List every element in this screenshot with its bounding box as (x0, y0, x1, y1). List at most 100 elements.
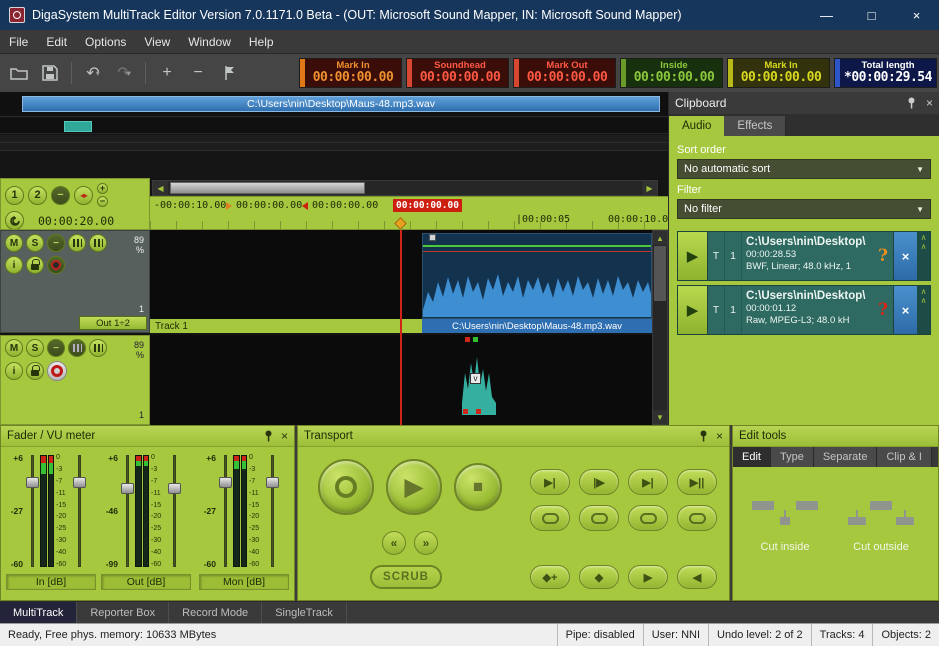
fader-slider[interactable] (265, 453, 280, 569)
track1-audio-clip[interactable] (422, 233, 652, 319)
scroll-down-icon[interactable]: ▼ (653, 410, 667, 424)
track1-meter-button[interactable] (68, 234, 86, 252)
track1-info-button[interactable]: i (5, 256, 23, 274)
play-button[interactable]: ▶ (386, 459, 442, 515)
track2-meter2-button[interactable] (89, 339, 107, 357)
tab-type[interactable]: Type (771, 447, 814, 467)
volume-point-marker[interactable]: v (470, 373, 481, 384)
redo-button[interactable]: ↷▾ (111, 60, 137, 86)
time-ruler[interactable]: -00:00:10.00 00:00:00.00 00:00:00.00 00:… (150, 196, 668, 230)
next-marker-button[interactable]: ▶ (628, 565, 668, 589)
mark-in-flag-icon[interactable] (226, 202, 232, 210)
add-marker-button[interactable]: ◆+ (530, 565, 570, 589)
track2-record-arm-button[interactable] (47, 361, 67, 381)
jump-forward-button[interactable]: » (414, 531, 438, 555)
marker-button[interactable] (216, 60, 242, 86)
close-panel-icon[interactable]: × (281, 429, 288, 443)
tab-multitrack[interactable]: MultiTrack (0, 602, 77, 623)
fader-slider[interactable] (72, 453, 87, 569)
fader-slider[interactable] (120, 453, 135, 569)
play-selection-button[interactable]: ▶|| (677, 469, 717, 495)
scroll-up-icon[interactable]: ▲ (653, 231, 667, 245)
fader-slider[interactable] (25, 453, 40, 569)
clip-marker-red[interactable] (463, 409, 468, 414)
clipboard-entry[interactable]: ▶ T 1 C:\Users\nin\Desktop\ 00:00:28.53 … (677, 231, 931, 281)
pin-icon[interactable] (906, 97, 917, 109)
playhead-cursor[interactable] (400, 230, 402, 425)
zoom-preset-2-button[interactable]: 2 (28, 186, 47, 205)
entry-remove-button[interactable]: × (893, 232, 917, 280)
cut-outside-button[interactable]: Cut outside (837, 475, 925, 573)
vscroll-thumb[interactable] (654, 246, 666, 301)
track2-solo-button[interactable]: S (26, 339, 44, 357)
entry-collapse-control[interactable]: ∧∧ (917, 286, 930, 334)
clip-marker-green[interactable] (473, 337, 478, 342)
hscroll-track[interactable] (168, 181, 642, 195)
fader-knob[interactable] (121, 483, 134, 494)
vertical-scrollbar[interactable]: ▲ ▼ (652, 230, 668, 425)
filter-dropdown[interactable]: No filter ▼ (677, 199, 931, 219)
track2-meter-button[interactable] (68, 339, 86, 357)
track1-output-button[interactable]: Out 1÷2 (79, 316, 147, 330)
tab-effects[interactable]: Effects (724, 116, 786, 136)
collapse-button[interactable]: − (51, 186, 70, 205)
scrub-button[interactable]: SCRUB (370, 565, 442, 589)
close-panel-icon[interactable]: × (716, 429, 723, 443)
stop-button[interactable]: ■ (454, 463, 502, 511)
menu-edit[interactable]: Edit (37, 35, 76, 49)
track2-info-button[interactable]: i (5, 362, 23, 380)
entry-remove-button[interactable]: × (893, 286, 917, 334)
fader-knob[interactable] (219, 477, 232, 488)
undo-button[interactable]: ↶▾ (80, 60, 106, 86)
zoom-preset-1-button[interactable]: 1 (5, 186, 24, 205)
overview-file-bar[interactable]: C:\Users\nin\Desktop\Maus-48.mp3.wav (22, 96, 660, 112)
track2-lock-button[interactable] (26, 362, 44, 380)
track1-collapse-button[interactable]: − (47, 234, 65, 252)
menu-help[interactable]: Help (240, 35, 283, 49)
play-to-cursor-button[interactable]: ▶| (530, 469, 570, 495)
close-button[interactable]: × (894, 0, 939, 30)
tab-audio[interactable]: Audio (669, 116, 724, 136)
track1-mute-button[interactable]: M (5, 234, 23, 252)
clip-handle[interactable] (429, 234, 436, 241)
zoom-out-small-button[interactable]: − (97, 196, 108, 207)
pin-icon[interactable] (263, 430, 274, 442)
tab-singletrack[interactable]: SingleTrack (262, 602, 347, 623)
record-button[interactable] (318, 459, 374, 515)
zoom-in-small-button[interactable]: + (97, 183, 108, 194)
entry-play-button[interactable]: ▶ (678, 286, 708, 334)
loop-4-button[interactable] (677, 505, 717, 531)
loop-2-button[interactable] (579, 505, 619, 531)
menu-options[interactable]: Options (76, 35, 135, 49)
maximize-button[interactable]: □ (849, 0, 894, 30)
marker-button[interactable]: ◆ (579, 565, 619, 589)
jump-back-button[interactable]: « (382, 531, 406, 555)
save-button[interactable] (37, 60, 63, 86)
menu-file[interactable]: File (0, 35, 37, 49)
scrub-wheel-button[interactable] (5, 211, 24, 230)
overview-clip[interactable] (64, 121, 92, 132)
tab-edit[interactable]: Edit (733, 447, 771, 467)
horizontal-scrollbar[interactable]: ◀ ▶ (152, 180, 658, 196)
zoom-out-button[interactable]: − (185, 60, 211, 86)
tab-separate[interactable]: Separate (814, 447, 878, 467)
tab-clip[interactable]: Clip & I (877, 447, 931, 467)
cut-inside-button[interactable]: Cut inside (741, 475, 829, 573)
minimize-button[interactable]: — (804, 0, 849, 30)
menu-window[interactable]: Window (179, 35, 240, 49)
hscroll-thumb[interactable] (170, 182, 365, 194)
clip-marker-red[interactable] (465, 337, 470, 342)
fader-knob[interactable] (168, 483, 181, 494)
gain-line[interactable] (423, 245, 651, 247)
tab-reporter-box[interactable]: Reporter Box (77, 602, 169, 623)
undo-dropdown-caret[interactable]: ▾ (96, 69, 100, 78)
pin-icon[interactable] (698, 430, 709, 442)
loop-1-button[interactable] (530, 505, 570, 531)
pan-line[interactable] (423, 251, 651, 252)
clip-marker-red[interactable] (476, 409, 481, 414)
entry-play-button[interactable]: ▶ (678, 232, 708, 280)
loop-3-button[interactable] (628, 505, 668, 531)
mark-out-flag-icon[interactable] (302, 202, 308, 210)
sort-order-dropdown[interactable]: No automatic sort ▼ (677, 159, 931, 179)
track1-lock-button[interactable] (26, 256, 44, 274)
